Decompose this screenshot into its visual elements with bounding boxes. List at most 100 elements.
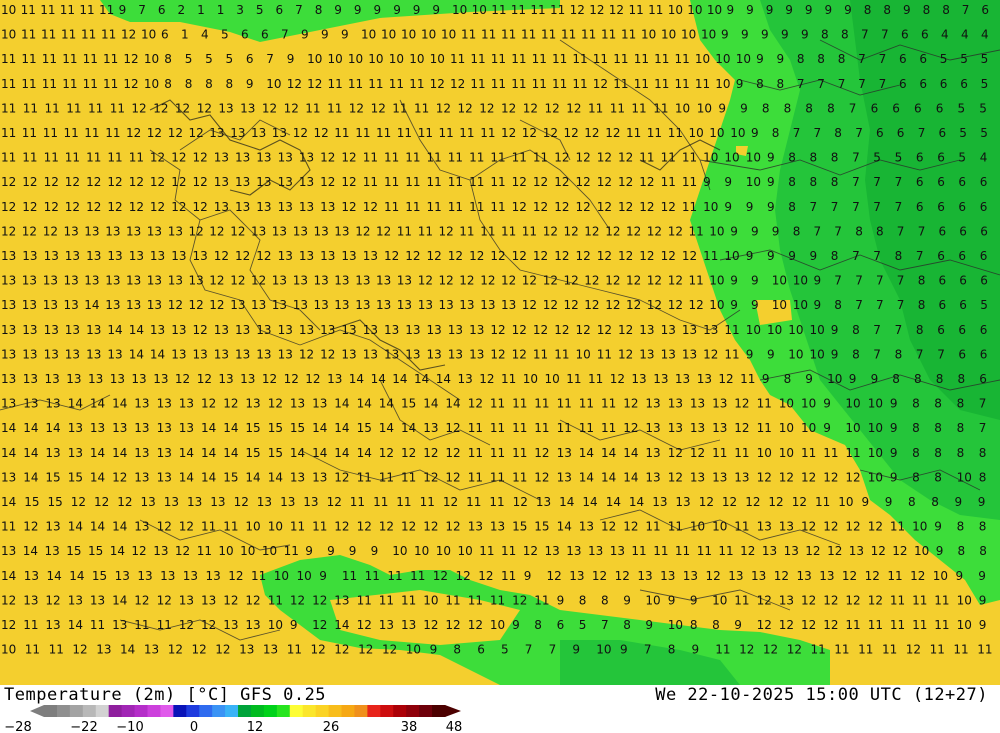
temperature-value: 8 <box>793 224 801 238</box>
temperature-value: 10 <box>779 397 794 411</box>
temperature-value: 13 <box>490 520 505 534</box>
temperature-value: 13 <box>214 347 229 361</box>
temperature-value: 12 <box>639 175 654 189</box>
temperature-value: 12 <box>490 249 505 263</box>
temperature-value: 13 <box>397 298 412 312</box>
temperature-value: 6 <box>958 175 966 189</box>
temperature-value: 13 <box>762 544 777 558</box>
temperature-value: 10 <box>767 323 782 337</box>
temperature-value: 10 <box>697 101 712 115</box>
temperature-value: 7 <box>876 274 884 288</box>
temperature-value: 6 <box>557 618 565 632</box>
colorbar-cell <box>393 705 407 717</box>
temperature-value: 13 <box>683 569 698 583</box>
temperature-value: 7 <box>834 224 842 238</box>
temperature-value: 8 <box>164 52 172 66</box>
temperature-value: 9 <box>623 593 631 607</box>
temperature-value: 9 <box>668 593 676 607</box>
temperature-value: 13 <box>320 200 335 214</box>
temperature-value: 13 <box>230 126 245 140</box>
temperature-value: 11 <box>490 470 505 484</box>
temperature-value: 8 <box>855 224 863 238</box>
temperature-value: 10 <box>845 397 860 411</box>
temperature-value: 8 <box>827 101 835 115</box>
temperature-value: 10 <box>957 593 972 607</box>
temperature-value: 11 <box>675 544 690 558</box>
temperature-value: 13 <box>218 101 233 115</box>
temperature-value: 9 <box>777 52 785 66</box>
temperature-value: 11 <box>490 200 505 214</box>
temperature-value: 12 <box>706 569 721 583</box>
temperature-value: 13 <box>459 298 474 312</box>
temperature-value: 8 <box>315 3 323 17</box>
temperature-value: 14 <box>1 569 16 583</box>
temperature-value: 9 <box>978 495 986 509</box>
temperature-value: 13 <box>86 347 101 361</box>
temperature-value: 5 <box>256 3 264 17</box>
temperature-value: 10 <box>240 544 255 558</box>
temperature-value: 11 <box>99 3 114 17</box>
temperature-value: 11 <box>459 224 474 238</box>
temperature-value: 5 <box>979 101 987 115</box>
temperature-value: 11 <box>552 77 567 91</box>
temperature-value: 13 <box>341 249 356 263</box>
temperature-value: 9 <box>756 52 764 66</box>
temperature-value: 10 <box>423 593 438 607</box>
temperature-value: 13 <box>137 569 152 583</box>
temperature-value: 9 <box>890 421 898 435</box>
temperature-value: 12 <box>597 200 612 214</box>
temperature-value: 12 <box>601 520 616 534</box>
temperature-value: 11 <box>83 52 98 66</box>
temperature-value: 9 <box>334 3 342 17</box>
temperature-value: 12 <box>314 126 329 140</box>
temperature-value: 10 <box>218 544 233 558</box>
temperature-value: 13 <box>355 298 370 312</box>
temperature-value: 7 <box>895 175 903 189</box>
temperature-value: 15 <box>290 421 305 435</box>
temperature-value: 13 <box>299 175 314 189</box>
temperature-value: 9 <box>718 101 726 115</box>
temperature-value: 9 <box>781 28 789 42</box>
temperature-value: 6 <box>937 249 945 263</box>
temperature-value: 13 <box>280 495 295 509</box>
temperature-value: 7 <box>814 126 822 140</box>
temperature-value: 12 <box>512 347 527 361</box>
temperature-value: 12 <box>448 249 463 263</box>
temperature-value: 6 <box>960 77 968 91</box>
temperature-value: 5 <box>185 52 193 66</box>
temperature-value: 11 <box>811 643 826 657</box>
temperature-value: 12 <box>430 77 445 91</box>
temperature-value: 8 <box>934 397 942 411</box>
temperature-value: 8 <box>712 618 720 632</box>
temperature-value: 13 <box>187 495 202 509</box>
temperature-value: 7 <box>852 200 860 214</box>
temperature-value: 12 <box>605 274 620 288</box>
temperature-value: 13 <box>278 200 293 214</box>
temperature-value: 11 <box>566 372 581 386</box>
temperature-value: 13 <box>469 347 484 361</box>
temperature-value: 13 <box>22 347 37 361</box>
temperature-value: 11 <box>887 569 902 583</box>
temperature-value: 12 <box>757 470 772 484</box>
temperature-value: 13 <box>712 421 727 435</box>
temperature-value: 11 <box>912 593 927 607</box>
temperature-value: 12 <box>443 495 458 509</box>
temperature-value: 11 <box>491 3 506 17</box>
temperature-value: 10 <box>661 28 676 42</box>
temperature-value: 2 <box>178 3 186 17</box>
temperature-value: 13 <box>115 569 130 583</box>
temperature-value: 11 <box>197 544 212 558</box>
temperature-value: 7 <box>895 200 903 214</box>
temperature-value: 11 <box>43 126 58 140</box>
temperature-value: 8 <box>912 397 920 411</box>
temperature-value: 13 <box>105 298 120 312</box>
temperature-value: 9 <box>890 446 898 460</box>
temperature-value: 11 <box>66 101 81 115</box>
temperature-value: 11 <box>703 249 718 263</box>
temperature-value: 11 <box>134 618 149 632</box>
temperature-value: 12 <box>490 347 505 361</box>
temperature-value: 7 <box>895 323 903 337</box>
temperature-value: 13 <box>675 372 690 386</box>
temperature-value: 7 <box>549 643 557 657</box>
temperature-value: 11 <box>712 446 727 460</box>
